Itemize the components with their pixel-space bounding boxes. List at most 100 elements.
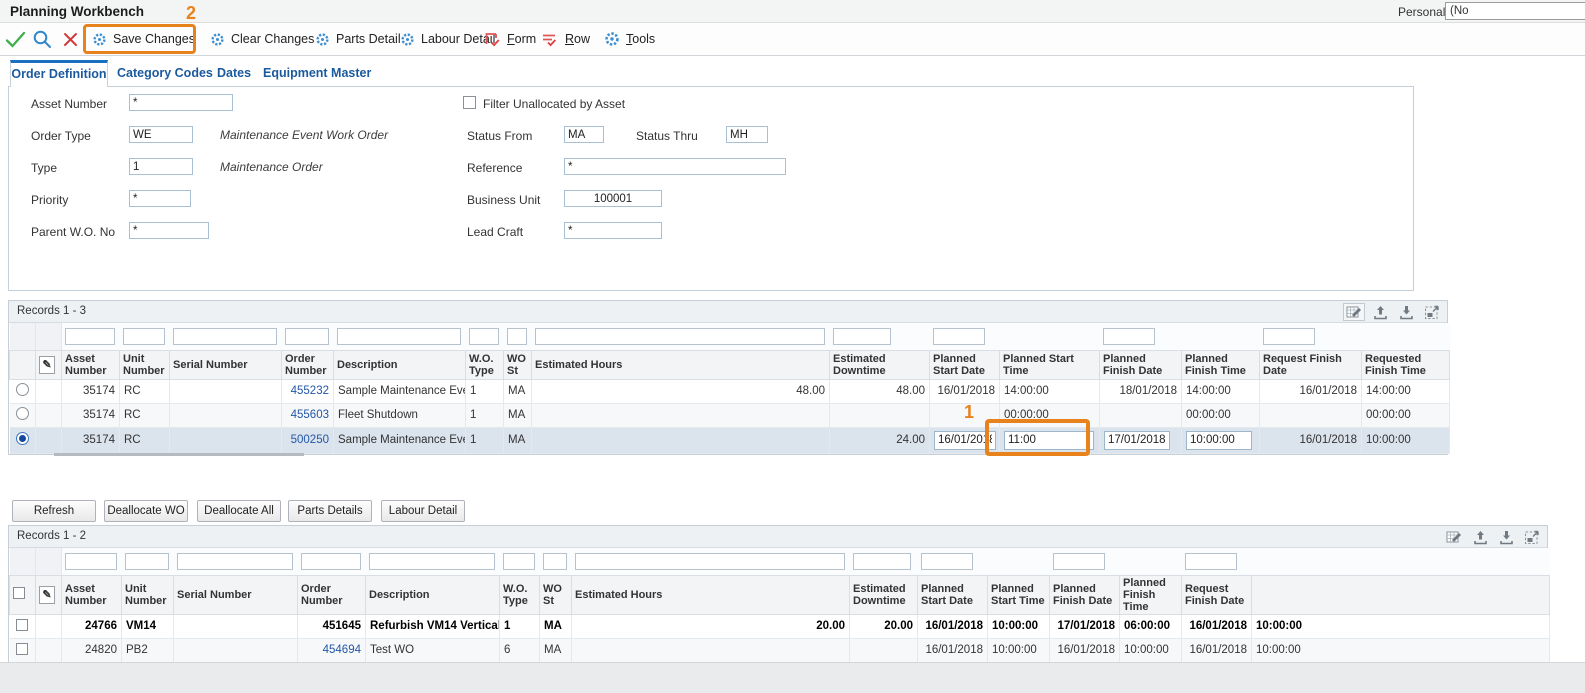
- qbe-unit-number[interactable]: [123, 328, 165, 345]
- col-wo-type[interactable]: W.O. Type: [500, 575, 540, 614]
- lead-craft-input[interactable]: [564, 222, 662, 239]
- parts-detail-button[interactable]: Parts Detail: [315, 23, 401, 55]
- customize-grid-icon[interactable]: [1343, 303, 1365, 321]
- col-planned-start-date[interactable]: Planned Start Date: [918, 575, 988, 614]
- col-planned-finish-date[interactable]: Planned Finish Date: [1100, 350, 1182, 379]
- col-wo-st[interactable]: WO St: [540, 575, 572, 614]
- form-menu[interactable]: Form: [483, 23, 536, 55]
- order-type-input[interactable]: [129, 126, 193, 143]
- tab-category-codes[interactable]: Category Codes: [117, 61, 213, 86]
- qbe-request-finish-date[interactable]: [1263, 328, 1315, 345]
- qbe-estimated-downtime[interactable]: [833, 328, 891, 345]
- status-thru-input[interactable]: [726, 126, 768, 143]
- col-planned-start-date[interactable]: Planned Start Date: [930, 350, 1000, 379]
- col-serial-number[interactable]: Serial Number: [174, 575, 298, 614]
- expand-grid-icon[interactable]: [1521, 528, 1543, 546]
- col-asset-number[interactable]: Asset Number: [62, 350, 120, 379]
- order-number-link[interactable]: 500250: [291, 434, 329, 446]
- qbe-order-number[interactable]: [301, 553, 361, 570]
- qbe-planned-finish-date[interactable]: [1103, 328, 1155, 345]
- col-requested-finish-time[interactable]: Requested Finish Time: [1362, 350, 1450, 379]
- tab-equipment-master[interactable]: Equipment Master: [263, 61, 371, 86]
- planned-start-time-input[interactable]: [1004, 431, 1094, 450]
- order-number-link[interactable]: 454694: [323, 644, 361, 656]
- customize-grid-icon[interactable]: [1443, 528, 1465, 546]
- col-unit-number[interactable]: Unit Number: [122, 575, 174, 614]
- qbe-serial-number[interactable]: [177, 553, 293, 570]
- col-unit-number[interactable]: Unit Number: [120, 350, 170, 379]
- parts-details-button[interactable]: Parts Details: [288, 500, 372, 522]
- deallocate-all-button[interactable]: Deallocate All: [197, 500, 281, 522]
- planned-finish-date-input[interactable]: [1104, 431, 1170, 450]
- qbe-order-number[interactable]: [285, 328, 329, 345]
- qbe-description[interactable]: [337, 328, 461, 345]
- labour-detail-button-lower[interactable]: Labour Detail: [381, 500, 465, 522]
- col-estimated-downtime[interactable]: Estimated Downtime: [850, 575, 918, 614]
- export-grid-icon[interactable]: [1369, 303, 1391, 321]
- col-order-number[interactable]: Order Number: [298, 575, 366, 614]
- import-grid-icon[interactable]: [1395, 303, 1417, 321]
- table-row[interactable]: 35174 RC 455232 Sample Maintenance Event…: [10, 379, 1450, 403]
- qbe-unit-number[interactable]: [125, 553, 169, 570]
- row-select-checkbox[interactable]: [16, 643, 28, 655]
- col-wo-type[interactable]: W.O. Type: [466, 350, 504, 379]
- refresh-button[interactable]: Refresh: [12, 500, 96, 522]
- table-row-selected[interactable]: 35174 RC 500250 Sample Maintenance Event…: [10, 427, 1450, 453]
- qbe-planned-start-date[interactable]: [921, 553, 973, 570]
- expand-grid-icon[interactable]: [1421, 303, 1443, 321]
- qbe-planned-finish-date[interactable]: [1053, 553, 1105, 570]
- ok-button[interactable]: [5, 23, 26, 55]
- import-grid-icon[interactable]: [1495, 528, 1517, 546]
- qbe-request-finish-date[interactable]: [1185, 553, 1237, 570]
- horizontal-scrollbar[interactable]: [54, 453, 304, 456]
- qbe-description[interactable]: [369, 553, 495, 570]
- filter-unallocated-checkbox[interactable]: [463, 96, 476, 109]
- clear-changes-button[interactable]: Clear Changes: [210, 23, 314, 55]
- qbe-asset-number[interactable]: [65, 328, 115, 345]
- col-planned-start-time[interactable]: Planned Start Time: [1000, 350, 1100, 379]
- col-planned-finish-time[interactable]: Planned Finish Time: [1120, 575, 1182, 614]
- table-row[interactable]: 24820 PB2 454694 Test WO 6 MA 16/01/2018…: [10, 638, 1550, 662]
- col-order-number[interactable]: Order Number: [282, 350, 334, 379]
- tools-menu[interactable]: Tools: [604, 23, 655, 55]
- col-requested-finish-time[interactable]: [1252, 575, 1550, 614]
- col-request-finish-date[interactable]: Request Finish Date: [1260, 350, 1362, 379]
- planned-start-date-input[interactable]: [934, 431, 996, 450]
- qbe-wo-st[interactable]: [507, 328, 527, 345]
- close-button[interactable]: [62, 23, 79, 55]
- row-select-radio[interactable]: [16, 383, 29, 396]
- type-input[interactable]: [129, 158, 193, 175]
- select-all-checkbox[interactable]: [13, 587, 25, 599]
- business-unit-input[interactable]: [564, 190, 662, 207]
- export-grid-icon[interactable]: [1469, 528, 1491, 546]
- col-estimated-downtime[interactable]: Estimated Downtime: [830, 350, 930, 379]
- tab-order-definition[interactable]: Order Definition: [10, 60, 108, 87]
- personal-form-select[interactable]: (No: [1445, 2, 1585, 20]
- col-wo-st[interactable]: WO St: [504, 350, 532, 379]
- row-select-radio-checked[interactable]: [16, 432, 29, 445]
- qbe-estimated-hours[interactable]: [575, 553, 845, 570]
- col-estimated-hours[interactable]: Estimated Hours: [532, 350, 830, 379]
- reference-input[interactable]: [564, 158, 786, 175]
- order-number-link[interactable]: 455603: [291, 409, 329, 421]
- planned-finish-time-input[interactable]: [1186, 431, 1252, 450]
- tab-dates[interactable]: Dates: [217, 61, 251, 86]
- row-menu[interactable]: Row: [541, 23, 590, 55]
- col-planned-finish-time[interactable]: Planned Finish Time: [1182, 350, 1260, 379]
- col-description[interactable]: Description: [334, 350, 466, 379]
- qbe-wo-type[interactable]: [503, 553, 535, 570]
- find-button[interactable]: [32, 23, 52, 55]
- col-estimated-hours[interactable]: Estimated Hours: [572, 575, 850, 614]
- col-serial-number[interactable]: Serial Number: [170, 350, 282, 379]
- qbe-serial-number[interactable]: [173, 328, 277, 345]
- labour-detail-button[interactable]: Labour Detail: [400, 23, 495, 55]
- qbe-planned-start-date[interactable]: [933, 328, 985, 345]
- order-number-link[interactable]: 455232: [291, 385, 329, 397]
- col-asset-number[interactable]: Asset Number: [62, 575, 122, 614]
- priority-input[interactable]: [129, 190, 191, 207]
- col-request-finish-date[interactable]: Request Finish Date: [1182, 575, 1252, 614]
- status-from-input[interactable]: [564, 126, 604, 143]
- table-row[interactable]: 24766 VM14 451645 Refurbish VM14 Vertica…: [10, 614, 1550, 638]
- qbe-wo-type[interactable]: [469, 328, 499, 345]
- col-planned-start-time[interactable]: Planned Start Time: [988, 575, 1050, 614]
